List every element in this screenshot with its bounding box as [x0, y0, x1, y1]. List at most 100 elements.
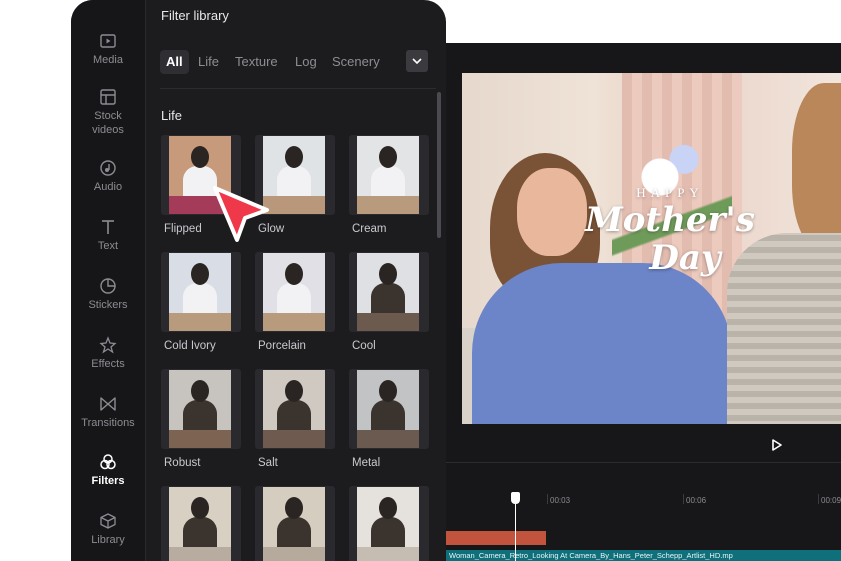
thumbnail-band: [169, 430, 231, 448]
filter-thumbnail: [263, 487, 325, 561]
tab-life[interactable]: Life: [194, 50, 223, 74]
sidebar-item-effects[interactable]: Effects: [71, 336, 145, 371]
stock-videos-icon: [100, 89, 116, 105]
thumbnail-head: [285, 263, 303, 285]
sidebar-item-text[interactable]: Text: [71, 218, 145, 253]
thumbnail-figure: [183, 283, 217, 313]
pointer-cursor-icon: [213, 186, 269, 242]
sidebar-item-label: Stickers: [88, 299, 128, 311]
thumbnail-band: [263, 313, 325, 331]
stickers-icon: [100, 278, 116, 294]
tab-scenery[interactable]: Scenery: [328, 50, 384, 74]
filter-label: Robust: [164, 457, 201, 469]
filter-thumbnail: [357, 487, 419, 561]
sidebar-item-label: Library: [91, 534, 125, 546]
playhead-handle[interactable]: [511, 492, 520, 504]
sidebar-item-stickers[interactable]: Stickers: [71, 277, 145, 312]
filter-tile[interactable]: [161, 369, 241, 449]
sidebar-item-library[interactable]: Library: [71, 512, 145, 547]
sidebar-item-label: Stock videos: [92, 110, 124, 136]
thumbnail-head: [285, 380, 303, 402]
thumbnail-band: [357, 313, 419, 331]
thumbnail-head: [379, 263, 397, 285]
clip-filename: Woman_Camera_Retro_Looking At Camera_By_…: [449, 551, 733, 560]
timeline-clip-effect[interactable]: [446, 531, 546, 545]
thumbnail-head: [379, 380, 397, 402]
panel-title: Filter library: [161, 8, 229, 23]
sidebar: Media Stock videos Audio Text Stickers E…: [71, 0, 146, 561]
filter-thumbnail: [357, 253, 419, 331]
preview-child-hair: [792, 83, 841, 253]
sidebar-item-stock-videos[interactable]: Stock videos: [71, 88, 145, 137]
tab-all[interactable]: All: [160, 50, 189, 74]
media-icon: [100, 34, 116, 48]
tab-texture[interactable]: Texture: [231, 50, 282, 74]
filter-label: Cold Ivory: [164, 340, 216, 352]
thumbnail-band: [169, 313, 231, 331]
caption-happy: HAPPY: [636, 185, 704, 200]
scrollbar[interactable]: [437, 92, 441, 238]
tick-label: 00:09: [821, 496, 841, 505]
caption-mothers: Mother's: [585, 200, 755, 240]
thumbnail-figure: [371, 400, 405, 430]
tick-mark: [683, 494, 684, 504]
tick-label: 00:03: [550, 496, 571, 505]
video-preview[interactable]: HAPPY Mother's Day: [462, 73, 841, 424]
filter-tile[interactable]: [161, 252, 241, 332]
filters-icon: [100, 454, 116, 470]
text-icon: [102, 220, 114, 234]
thumbnail-band: [357, 547, 419, 561]
filter-tile[interactable]: [255, 369, 335, 449]
sidebar-item-audio[interactable]: Audio: [71, 159, 145, 194]
playhead-line[interactable]: [515, 498, 516, 561]
chevron-down-icon: [412, 58, 422, 64]
filter-tile[interactable]: [161, 486, 241, 561]
thumbnail-head: [191, 497, 209, 519]
filter-thumbnail: [263, 370, 325, 448]
thumbnail-figure: [277, 283, 311, 313]
filter-thumbnail: [169, 370, 231, 448]
filter-label: Cool: [352, 340, 376, 352]
play-button[interactable]: [770, 438, 784, 452]
thumbnail-band: [263, 547, 325, 561]
sidebar-item-transitions[interactable]: Transitions: [71, 395, 145, 430]
tabs-divider: [160, 88, 436, 89]
sidebar-item-label: Filters: [91, 475, 125, 487]
filter-thumbnail: [169, 253, 231, 331]
preview-caption: HAPPY Mother's Day: [570, 185, 770, 277]
thumbnail-figure: [183, 517, 217, 547]
play-icon: [772, 439, 782, 451]
filter-tile[interactable]: [255, 252, 335, 332]
sidebar-item-label: Effects: [91, 358, 125, 370]
thumbnail-band: [169, 547, 231, 561]
timeline-clip-video[interactable]: Woman_Camera_Retro_Looking At Camera_By_…: [446, 550, 841, 561]
thumbnail-head: [191, 380, 209, 402]
thumbnail-head: [191, 263, 209, 285]
caption-day: Day: [649, 238, 721, 278]
thumbnail-band: [263, 430, 325, 448]
effects-icon: [99, 336, 117, 354]
thumbnail-figure: [371, 283, 405, 313]
thumbnail-head: [379, 146, 397, 168]
filter-tile[interactable]: [349, 486, 429, 561]
filter-tile[interactable]: [349, 135, 429, 215]
section-title: Life: [161, 108, 182, 123]
tabs-overflow-fade: [385, 50, 405, 74]
filter-tile[interactable]: [349, 252, 429, 332]
audio-icon: [100, 160, 116, 176]
sidebar-item-filters[interactable]: Filters: [71, 453, 145, 488]
tab-log[interactable]: Log: [291, 50, 321, 74]
filter-tile[interactable]: [255, 486, 335, 561]
thumbnail-band: [357, 196, 419, 214]
thumbnail-band: [357, 430, 419, 448]
thumbnail-figure: [277, 517, 311, 547]
thumbnail-figure: [183, 400, 217, 430]
tabs-dropdown-button[interactable]: [406, 50, 428, 72]
sidebar-item-label: Text: [97, 240, 119, 252]
sidebar-item-label: Transitions: [81, 417, 135, 429]
filter-tile[interactable]: [349, 369, 429, 449]
sidebar-item-media[interactable]: Media: [71, 32, 145, 67]
timeline-divider: [446, 462, 841, 463]
filter-thumbnail: [357, 370, 419, 448]
thumbnail-figure: [277, 166, 311, 196]
